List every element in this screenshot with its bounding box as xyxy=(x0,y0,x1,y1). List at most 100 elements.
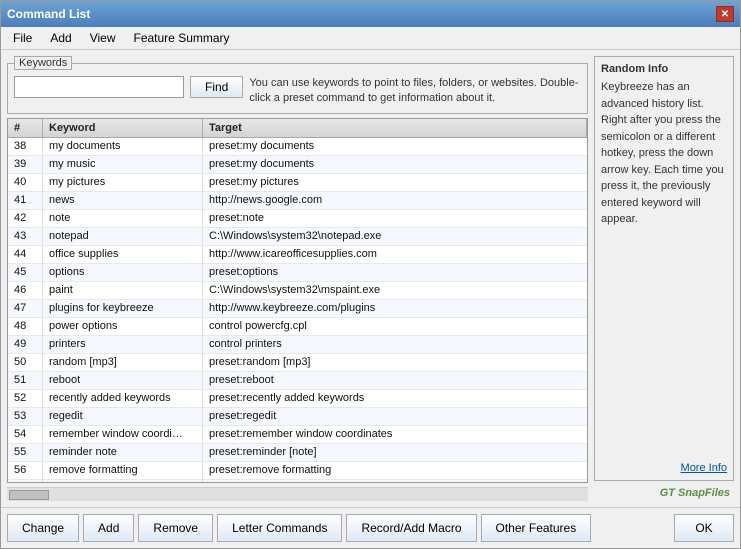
cell-num: 39 xyxy=(8,156,43,173)
cell-keyword: printers xyxy=(43,336,203,353)
table-row[interactable]: 52 recently added keywords preset:recent… xyxy=(8,390,587,408)
menu-view[interactable]: View xyxy=(82,29,124,47)
cell-target: preset:random [mp3] xyxy=(203,354,587,371)
col-num: # xyxy=(8,119,43,137)
cell-keyword: reminder note xyxy=(43,444,203,461)
change-button[interactable]: Change xyxy=(7,514,79,542)
keywords-group: Keywords Find You can use keywords to po… xyxy=(7,56,588,114)
cell-keyword: my documents xyxy=(43,138,203,155)
bottom-bar: Change Add Remove Letter Commands Record… xyxy=(1,507,740,548)
cell-keyword: plugins for keybreeze xyxy=(43,300,203,317)
cell-keyword: news xyxy=(43,192,203,209)
cell-num: 56 xyxy=(8,462,43,479)
menu-add[interactable]: Add xyxy=(42,29,79,47)
table-row[interactable]: 48 power options control powercfg.cpl xyxy=(8,318,587,336)
cell-target: http://www.icareofficesupplies.com xyxy=(203,246,587,263)
table-row[interactable]: 38 my documents preset:my documents xyxy=(8,138,587,156)
table-row[interactable]: 53 regedit preset:regedit xyxy=(8,408,587,426)
table-row[interactable]: 57 restart preset:restart xyxy=(8,480,587,482)
table-row[interactable]: 40 my pictures preset:my pictures xyxy=(8,174,587,192)
add-button[interactable]: Add xyxy=(83,514,134,542)
table-header: # Keyword Target xyxy=(8,119,587,138)
other-features-button[interactable]: Other Features xyxy=(481,514,592,542)
cell-target: preset:my pictures xyxy=(203,174,587,191)
menu-file[interactable]: File xyxy=(5,29,40,47)
find-button[interactable]: Find xyxy=(190,76,243,98)
table-row[interactable]: 55 reminder note preset:reminder [note] xyxy=(8,444,587,462)
random-info-legend: Random Info xyxy=(601,63,727,75)
close-button[interactable]: ✕ xyxy=(716,6,734,22)
cell-target: C:\Windows\system32\mspaint.exe xyxy=(203,282,587,299)
cell-keyword: notepad xyxy=(43,228,203,245)
cell-num: 45 xyxy=(8,264,43,281)
cell-num: 49 xyxy=(8,336,43,353)
cell-keyword: remember window coordi… xyxy=(43,426,203,443)
ok-button[interactable]: OK xyxy=(674,514,734,542)
cell-num: 47 xyxy=(8,300,43,317)
right-panel: Random Info Keybreeze has an advanced hi… xyxy=(594,56,734,501)
hscroll-thumb[interactable] xyxy=(9,490,49,500)
cell-keyword: recently added keywords xyxy=(43,390,203,407)
random-info-group: Random Info Keybreeze has an advanced hi… xyxy=(594,56,734,481)
table-row[interactable]: 47 plugins for keybreeze http://www.keyb… xyxy=(8,300,587,318)
table-row[interactable]: 43 notepad C:\Windows\system32\notepad.e… xyxy=(8,228,587,246)
hint-text: You can use keywords to point to files, … xyxy=(249,76,579,107)
cell-num: 50 xyxy=(8,354,43,371)
cell-keyword: regedit xyxy=(43,408,203,425)
table-row[interactable]: 50 random [mp3] preset:random [mp3] xyxy=(8,354,587,372)
cell-num: 57 xyxy=(8,480,43,482)
table-row[interactable]: 45 options preset:options xyxy=(8,264,587,282)
cell-num: 52 xyxy=(8,390,43,407)
keywords-row: Find You can use keywords to point to fi… xyxy=(14,76,581,107)
cell-target: preset:reboot xyxy=(203,372,587,389)
cell-num: 40 xyxy=(8,174,43,191)
cell-num: 54 xyxy=(8,426,43,443)
table-row[interactable]: 49 printers control printers xyxy=(8,336,587,354)
cell-target: http://news.google.com xyxy=(203,192,587,209)
menu-feature-summary[interactable]: Feature Summary xyxy=(126,29,238,47)
random-info-text: Keybreeze has an advanced history list. … xyxy=(601,79,727,458)
table-row[interactable]: 54 remember window coordi… preset:rememb… xyxy=(8,426,587,444)
keyword-table: # Keyword Target 38 my documents preset:… xyxy=(7,118,588,483)
cell-keyword: my pictures xyxy=(43,174,203,191)
record-add-macro-button[interactable]: Record/Add Macro xyxy=(346,514,476,542)
table-row[interactable]: 56 remove formatting preset:remove forma… xyxy=(8,462,587,480)
table-row[interactable]: 41 news http://news.google.com xyxy=(8,192,587,210)
cell-target: preset:note xyxy=(203,210,587,227)
table-row[interactable]: 42 note preset:note xyxy=(8,210,587,228)
table-row[interactable]: 46 paint C:\Windows\system32\mspaint.exe xyxy=(8,282,587,300)
letter-commands-button[interactable]: Letter Commands xyxy=(217,514,342,542)
table-row[interactable]: 39 my music preset:my documents xyxy=(8,156,587,174)
cell-num: 46 xyxy=(8,282,43,299)
cell-num: 43 xyxy=(8,228,43,245)
table-row[interactable]: 44 office supplies http://www.icareoffic… xyxy=(8,246,587,264)
cell-keyword: random [mp3] xyxy=(43,354,203,371)
horizontal-scrollbar[interactable] xyxy=(7,487,588,501)
cell-target: http://www.keybreeze.com/plugins xyxy=(203,300,587,317)
cell-keyword: power options xyxy=(43,318,203,335)
cell-keyword: office supplies xyxy=(43,246,203,263)
cell-num: 38 xyxy=(8,138,43,155)
table-body[interactable]: 38 my documents preset:my documents 39 m… xyxy=(8,138,587,482)
left-panel: Keywords Find You can use keywords to po… xyxy=(7,56,588,501)
menu-bar: File Add View Feature Summary xyxy=(1,27,740,50)
keywords-legend: Keywords xyxy=(14,56,72,70)
command-list-window: Command List ✕ File Add View Feature Sum… xyxy=(0,0,741,549)
cell-target: preset:remember window coordinates xyxy=(203,426,587,443)
cell-target: control printers xyxy=(203,336,587,353)
remove-button[interactable]: Remove xyxy=(138,514,213,542)
cell-keyword: paint xyxy=(43,282,203,299)
cell-num: 44 xyxy=(8,246,43,263)
cell-keyword: remove formatting xyxy=(43,462,203,479)
cell-target: preset:regedit xyxy=(203,408,587,425)
cell-num: 42 xyxy=(8,210,43,227)
keyword-input[interactable] xyxy=(14,76,184,98)
more-info-link[interactable]: More Info xyxy=(601,462,727,474)
main-content: Keywords Find You can use keywords to po… xyxy=(1,50,740,507)
cell-num: 51 xyxy=(8,372,43,389)
cell-target: preset:my documents xyxy=(203,138,587,155)
cell-num: 55 xyxy=(8,444,43,461)
table-row[interactable]: 51 reboot preset:reboot xyxy=(8,372,587,390)
title-bar: Command List ✕ xyxy=(1,1,740,27)
cell-keyword: my music xyxy=(43,156,203,173)
